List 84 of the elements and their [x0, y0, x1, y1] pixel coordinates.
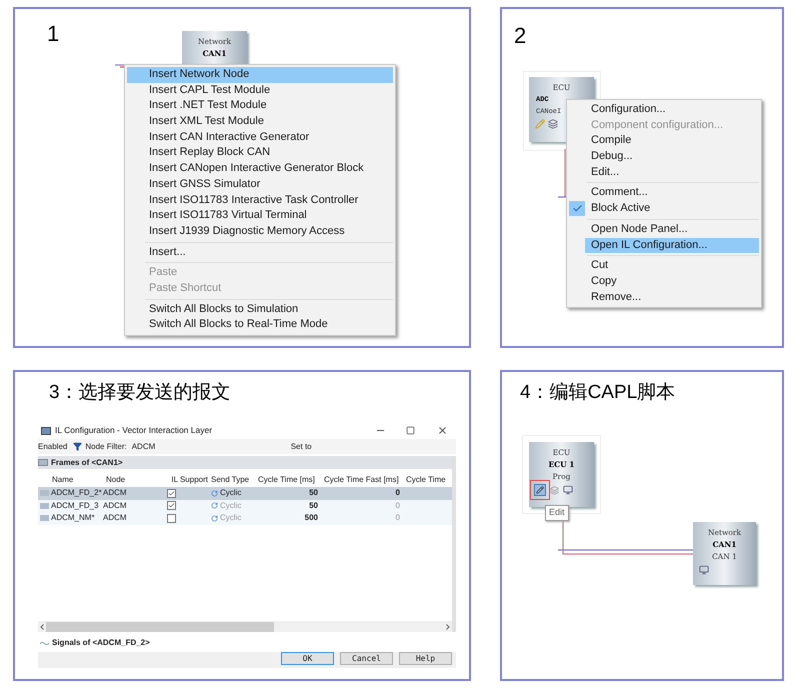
scrollbar-thumb[interactable] — [46, 622, 274, 632]
table-row[interactable]: ADCM_NM* ADCM Cyclic 500 0 — [38, 512, 452, 524]
column-header[interactable]: Cycle Time Fast [ms] — [321, 474, 403, 486]
checkbox[interactable] — [167, 501, 176, 510]
cyclic-icon — [211, 490, 218, 497]
step-heading: 2 — [514, 22, 526, 50]
menu-item[interactable]: Insert... — [127, 244, 393, 260]
checkbox[interactable] — [167, 514, 176, 523]
stack-icon[interactable] — [548, 119, 558, 129]
table-cell: 50 — [309, 487, 318, 500]
window-title: IL Configuration - Vector Interaction Layer — [55, 424, 212, 437]
table-cell: 50 — [309, 500, 318, 512]
column-header[interactable]: Send Type — [208, 474, 255, 486]
menu-item[interactable]: Insert ISO11783 Virtual Terminal — [127, 208, 393, 224]
step-heading: 4：编辑CAPL脚本 — [520, 381, 676, 405]
menu-item[interactable]: Debug... — [585, 149, 759, 165]
cyclic-icon — [211, 502, 218, 510]
dialog-button[interactable]: Help — [399, 652, 452, 665]
step-heading: 3：选择要发送的报文 — [49, 381, 231, 405]
node-filter-dropdown[interactable]: ADCM — [130, 440, 278, 452]
table-cell: ADCM_FD_3 — [51, 500, 99, 512]
menu-item[interactable]: Insert CAPL Test Module — [127, 82, 393, 98]
menu-item[interactable]: Insert CAN Interactive Generator — [127, 130, 393, 146]
table-row[interactable]: ADCM_FD_2* ADCM Cyclic 50 0 — [38, 487, 452, 500]
section-title: Signals of <ADCM_FD_2> — [52, 637, 150, 649]
table-cell-text: ADCM — [103, 487, 128, 500]
menu-item[interactable]: Edit... — [585, 164, 759, 180]
cyclic-icon — [211, 514, 218, 522]
menu-item[interactable]: Insert .NET Test Module — [127, 98, 393, 114]
menu-item[interactable]: Switch All Blocks to Simulation — [127, 302, 393, 318]
menu-item[interactable]: Open Node Panel... — [585, 222, 759, 238]
menu-item[interactable]: Insert J1939 Diagnostic Memory Access — [127, 224, 393, 240]
table-cell-text: ADCM — [103, 500, 128, 512]
menu-item[interactable]: Comment... — [585, 185, 759, 202]
menu-item[interactable]: Open IL Configuration... — [585, 238, 759, 254]
table-cell: ADCM_FD_2* — [51, 487, 102, 500]
table-cell-text: ADCM — [103, 512, 128, 524]
horizontal-scrollbar[interactable] — [38, 621, 452, 632]
scroll-left-icon[interactable] — [40, 624, 44, 630]
column-header[interactable]: IL Support — [130, 474, 208, 486]
table-cell: 0 — [396, 487, 400, 500]
column-header[interactable]: Name — [38, 474, 103, 486]
table-row[interactable]: ADCM_FD_3 ADCM Cyclic 50 0 — [38, 500, 452, 512]
monitor-icon[interactable] — [699, 565, 709, 575]
column-header[interactable]: Cycle Time — [403, 474, 452, 486]
table-cell: 0 — [396, 500, 400, 512]
table-cell: ADCM_NM* — [51, 512, 95, 524]
filter-label: Node Filter: — [85, 440, 127, 452]
menu-item[interactable]: Insert Network Node — [127, 67, 393, 83]
close-icon[interactable] — [437, 425, 448, 436]
filter-icon — [73, 442, 82, 451]
table-cell: 500 — [304, 512, 318, 524]
menu-item[interactable]: Insert ISO11783 Interactive Task Controller — [127, 192, 393, 208]
wave-icon — [40, 640, 49, 646]
frames-icon — [38, 459, 48, 466]
table-cell: Cyclic — [220, 500, 242, 512]
enabled-column-toggle[interactable]: Enabled — [38, 440, 68, 452]
menu-item[interactable]: Insert Replay Block CAN — [127, 145, 393, 162]
monitor-icon[interactable] — [563, 485, 573, 495]
dialog-button[interactable]: OK — [281, 652, 334, 665]
step-heading: 1 — [47, 20, 60, 48]
checkbox[interactable] — [167, 488, 176, 498]
column-header[interactable]: Cycle Time [ms] — [255, 474, 321, 486]
set-to-dropdown[interactable]: Set to — [290, 440, 312, 452]
table-cell: Cyclic — [220, 487, 242, 500]
menu-item[interactable]: Insert CANopen Interactive Generator Block — [127, 161, 393, 177]
menu-item[interactable]: Block Active — [585, 201, 759, 217]
scroll-right-icon[interactable] — [446, 624, 450, 630]
app-icon — [41, 426, 51, 434]
maximize-icon[interactable] — [406, 426, 415, 435]
check-icon — [569, 201, 585, 216]
dialog-button[interactable]: Cancel — [340, 652, 393, 665]
menu-item[interactable]: Cut — [585, 258, 759, 274]
menu-item[interactable]: Switch All Blocks to Real-Time Mode — [127, 317, 393, 333]
tooltip: Edit — [545, 505, 569, 520]
section-title: Frames of <CAN1> — [51, 456, 123, 468]
menu-item[interactable]: Insert GNSS Simulator — [127, 176, 393, 192]
menu-item[interactable]: Remove... — [585, 290, 759, 306]
bus-line — [558, 149, 568, 199]
table-cell: Cyclic — [220, 512, 242, 524]
column-header[interactable]: Node — [103, 474, 130, 486]
menu-item[interactable]: Insert XML Test Module — [127, 114, 393, 130]
table-cell: 0 — [396, 512, 400, 524]
menu-item[interactable]: Copy — [585, 274, 759, 290]
